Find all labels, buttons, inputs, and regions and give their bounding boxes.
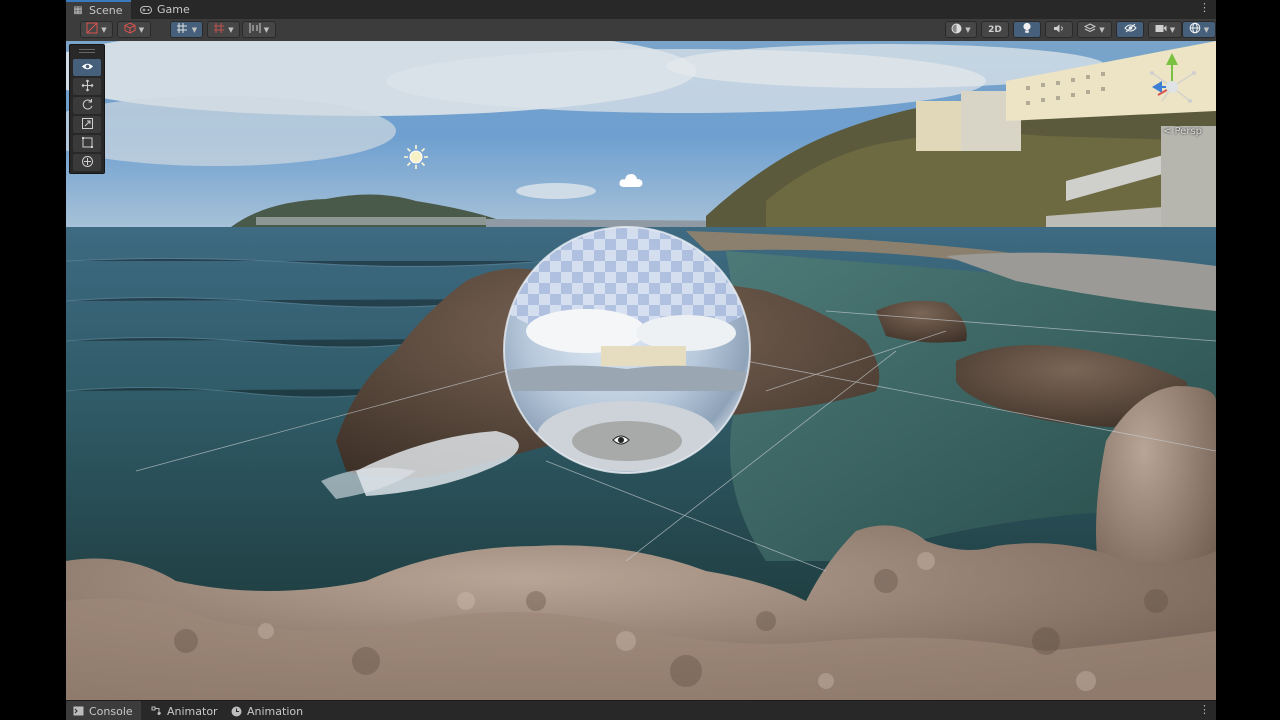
eye-gizmo-icon[interactable]: [612, 431, 630, 445]
rect-transform-icon: [81, 136, 94, 152]
clock-icon: [230, 705, 242, 717]
unity-editor-window: ▦ Scene Game ⋮ ▼ ▼ ▼ ▼ ▼ ▼ 2D ▼ ▼ ▼ < Pe…: [66, 0, 1216, 720]
lightbulb-icon: [1022, 22, 1032, 37]
grid-snapping-toggle[interactable]: ▼: [170, 21, 203, 38]
lighting-toggle[interactable]: [1013, 21, 1041, 38]
chevron-down-icon: ▼: [228, 25, 234, 34]
grid-icon: ▦: [73, 5, 83, 16]
effects-dropdown[interactable]: ▼: [1077, 21, 1112, 38]
globe-gizmo-icon: [1189, 22, 1201, 37]
cube-icon: [124, 22, 136, 37]
chevron-down-icon: ▼: [263, 25, 270, 34]
transform-combo-icon: [81, 155, 94, 171]
snap-increment-icon: [213, 22, 225, 37]
tab-animation-label: Animation: [247, 704, 304, 718]
cloud-gizmo-icon[interactable]: [618, 171, 644, 191]
draw-mode-icon: [86, 22, 98, 37]
camera-settings-dropdown[interactable]: ▼: [1148, 21, 1182, 38]
chevron-down-icon: ▼: [1099, 25, 1105, 34]
eye-hidden-icon: [1123, 23, 1137, 36]
increment-snapping-dropdown[interactable]: ▼: [207, 21, 240, 38]
move-tool-button[interactable]: [73, 78, 101, 95]
camera-icon: [1155, 24, 1167, 36]
move-arrows-icon: [81, 79, 94, 95]
audio-toggle[interactable]: [1045, 21, 1073, 38]
kebab-menu-icon[interactable]: ⋮: [1199, 704, 1210, 716]
align-tools-dropdown[interactable]: ▼: [242, 21, 276, 38]
orientation-gizmo[interactable]: [1138, 43, 1216, 139]
scene-tools-overlay: [69, 44, 105, 174]
render-mode-dropdown[interactable]: ▼: [117, 21, 151, 38]
tab-scene-label: Scene: [89, 4, 123, 17]
align-icon: [249, 22, 261, 37]
tab-console-label: Console: [89, 704, 133, 718]
bottom-tab-strip: Console Animator Animation ⋮: [66, 700, 1216, 720]
tab-scene[interactable]: ▦ Scene: [66, 0, 131, 19]
chevron-down-icon: ▼: [965, 25, 971, 34]
grid-snap-icon: [176, 22, 189, 37]
kebab-menu-icon[interactable]: ⋮: [1199, 2, 1210, 14]
scale-tool-button[interactable]: [73, 116, 101, 133]
directional-light-sun-icon[interactable]: [402, 143, 430, 171]
tab-animator[interactable]: Animator: [144, 701, 226, 720]
top-tab-strip: ▦ Scene Game ⋮: [66, 0, 1216, 20]
layers-effects-icon: [1084, 22, 1097, 37]
tab-animator-label: Animator: [167, 704, 218, 718]
scene-visibility-toggle[interactable]: [1116, 21, 1144, 38]
scene-toolbar: ▼ ▼ ▼ ▼ ▼ ▼ 2D ▼ ▼ ▼: [66, 19, 1216, 42]
shading-sphere-icon: [951, 23, 962, 37]
rotate-tool-button[interactable]: [73, 97, 101, 114]
shading-mode-dropdown[interactable]: ▼: [945, 21, 977, 38]
scale-icon: [81, 117, 94, 133]
animator-icon: [150, 705, 162, 717]
draw-mode-dropdown[interactable]: ▼: [80, 21, 113, 38]
transform-tool-button[interactable]: [73, 154, 101, 171]
rotate-icon: [81, 98, 94, 114]
tab-console[interactable]: Console: [66, 701, 141, 720]
rect-tool-button[interactable]: [73, 135, 101, 152]
view-tool-button[interactable]: [73, 59, 101, 76]
eye-icon: [81, 61, 94, 74]
chevron-down-icon: ▼: [1203, 25, 1210, 34]
chevron-down-icon: ▼: [1169, 25, 1176, 34]
tab-game[interactable]: Game: [134, 0, 198, 19]
gizmos-dropdown[interactable]: ▼: [1182, 21, 1216, 38]
gamepad-icon: [140, 4, 152, 16]
speaker-icon: [1053, 23, 1065, 37]
drag-grip-icon[interactable]: [79, 49, 95, 53]
chevron-down-icon: ▼: [138, 25, 145, 34]
scene-background: [66, 41, 1216, 700]
chevron-down-icon: ▼: [191, 25, 198, 34]
chevron-down-icon: ▼: [101, 25, 107, 34]
scene-viewport[interactable]: < Persp: [66, 41, 1216, 700]
tab-game-label: Game: [157, 3, 190, 16]
projection-label[interactable]: < Persp: [1163, 126, 1202, 137]
tab-animation[interactable]: Animation: [224, 701, 311, 720]
toggle-2d-button[interactable]: 2D: [981, 21, 1009, 38]
console-icon: [72, 705, 84, 717]
